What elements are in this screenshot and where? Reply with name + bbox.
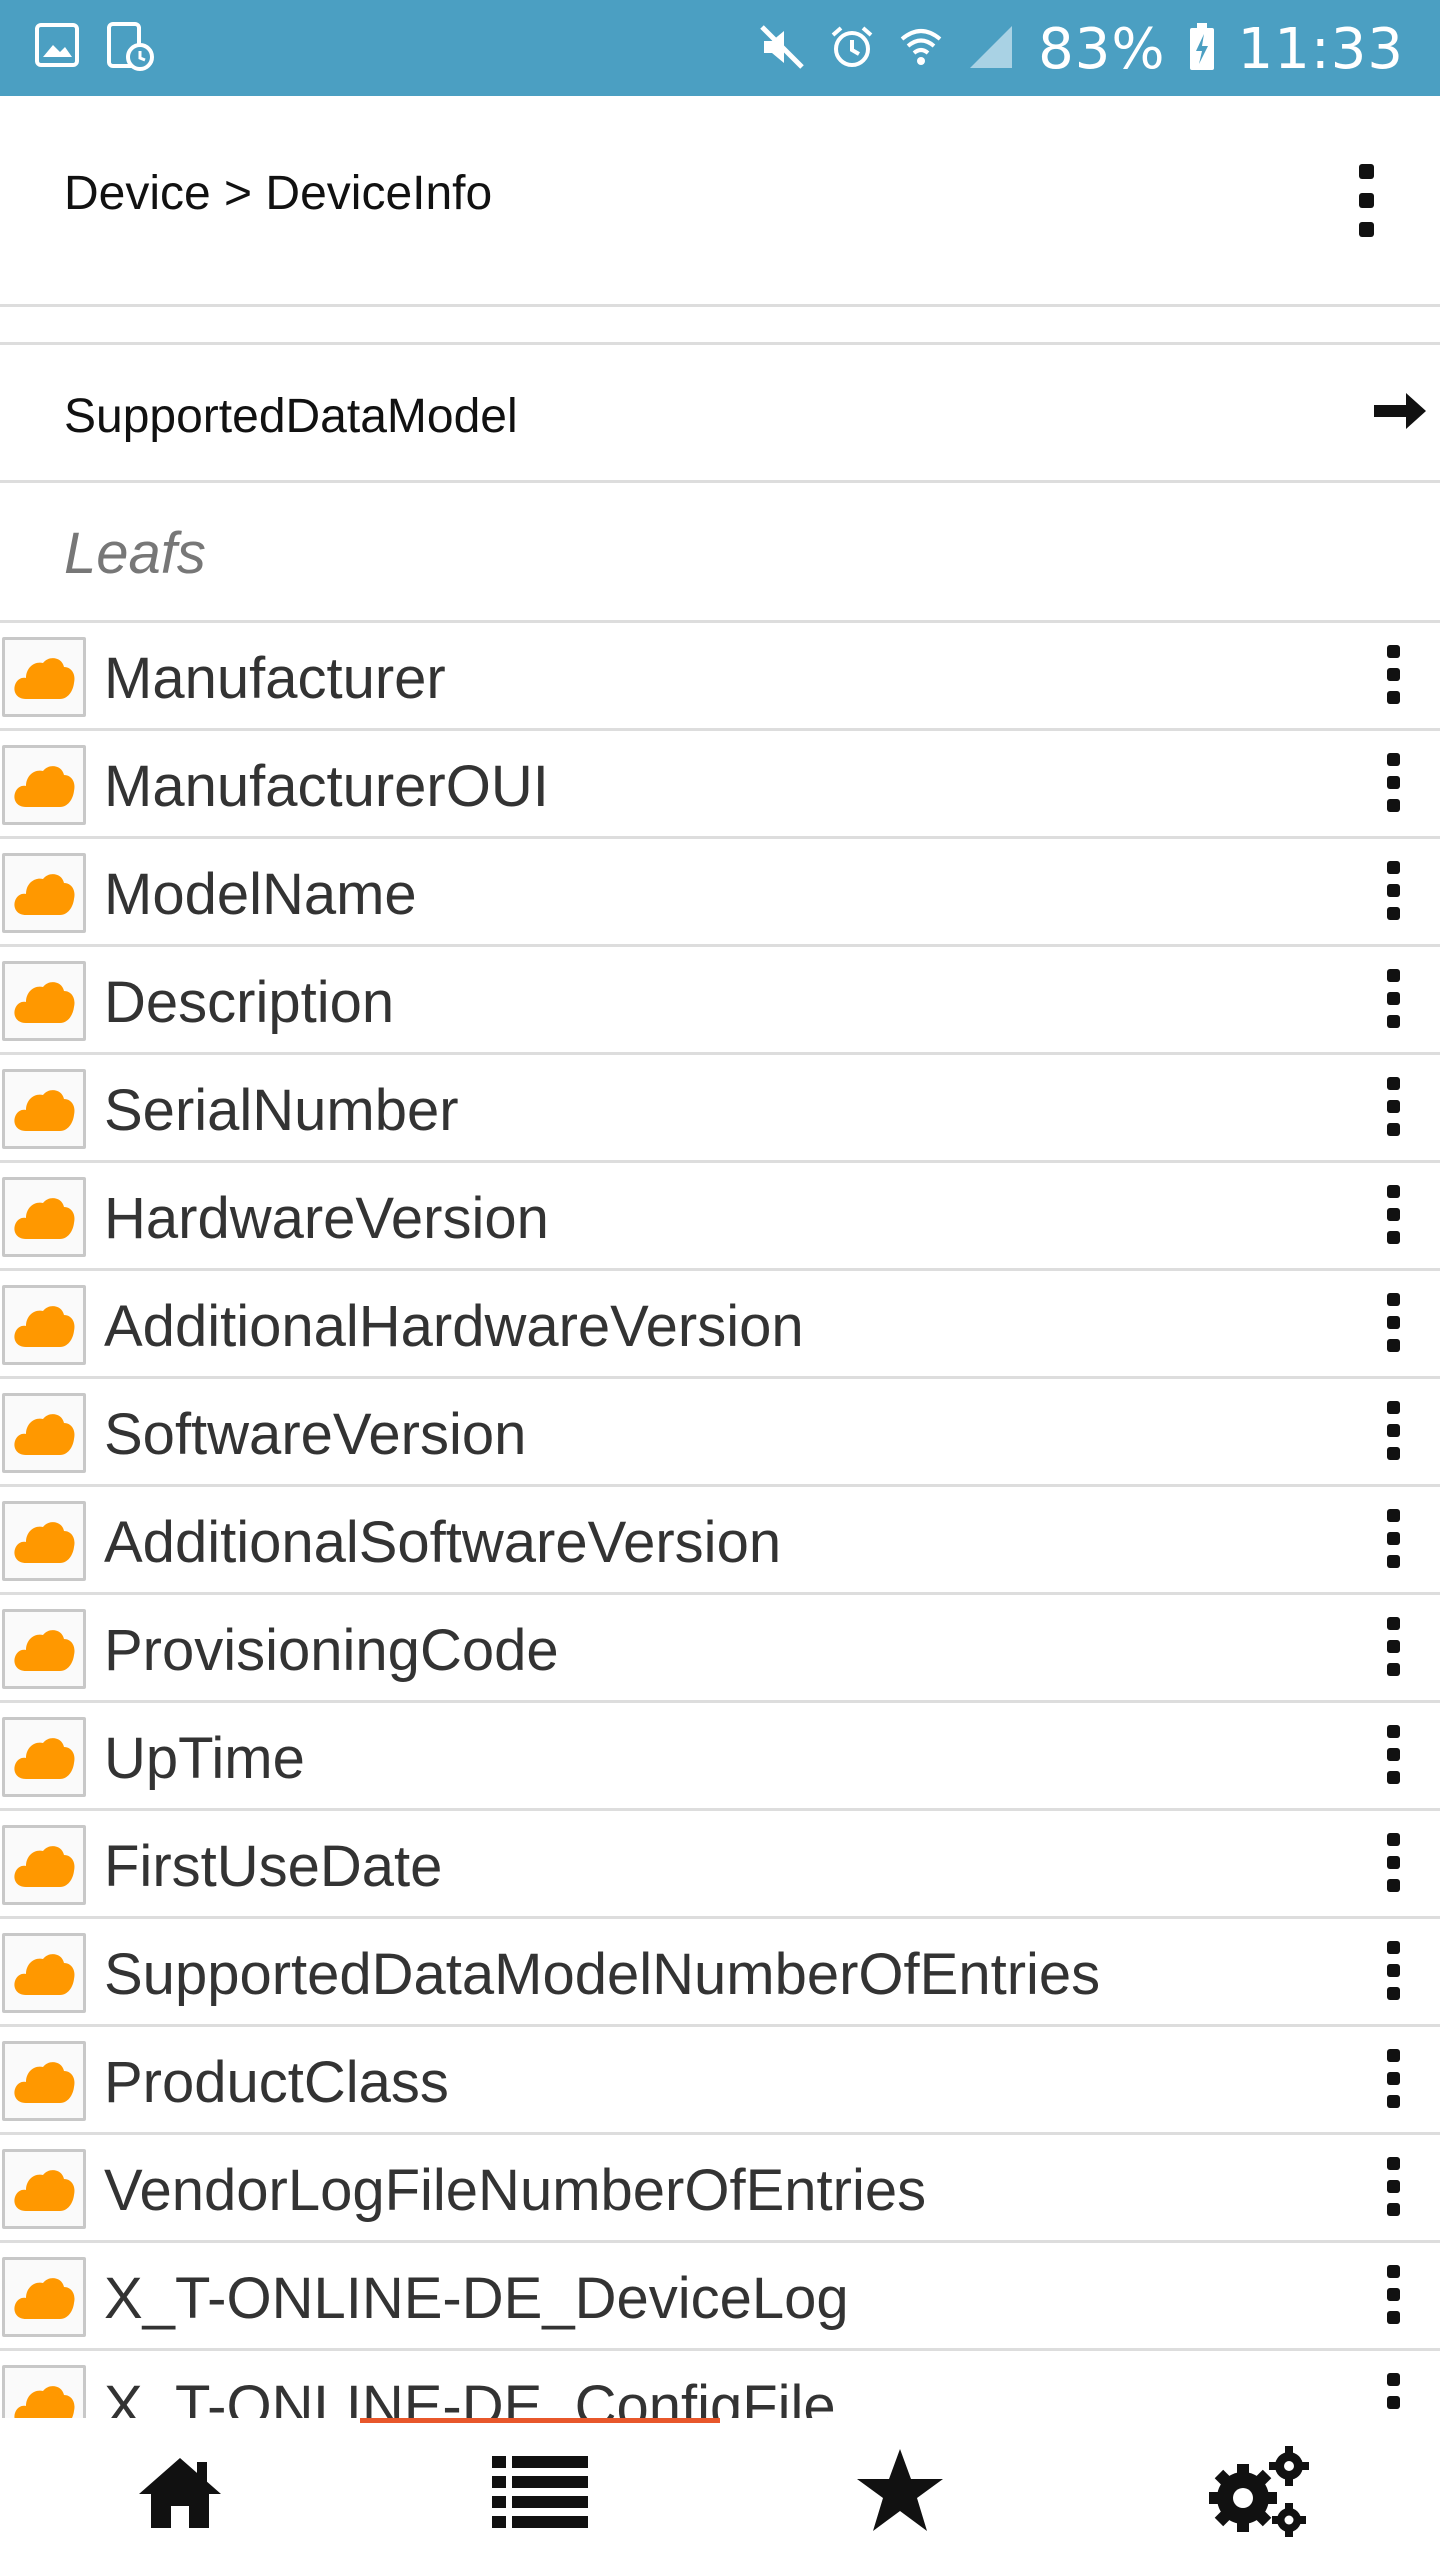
leaf-row[interactable]: SupportedDataModelNumberOfEntries [0,1919,1440,2027]
more-vert-icon[interactable] [1378,2265,1408,2329]
cloud-icon [2,1717,86,1797]
cloud-icon [2,961,86,1041]
leaf-row[interactable]: AdditionalHardwareVersion [0,1271,1440,1379]
leaf-row[interactable]: SoftwareVersion [0,1379,1440,1487]
wifi-icon [898,23,944,76]
leaf-row[interactable]: AdditionalSoftwareVersion [0,1487,1440,1595]
child-object-label: SupportedDataModel [64,390,518,443]
status-bar: 83% 11:33 [0,0,1440,96]
leafs-section-title: Leafs [64,521,206,586]
leaf-label: X_T-ONLINE-DE_ConfigFile [104,2374,836,2418]
more-vert-icon[interactable] [1378,1725,1408,1789]
cloud-icon [2,2257,86,2337]
leaf-label: SupportedDataModelNumberOfEntries [104,1942,1101,2007]
bottom-navigation [0,2418,1440,2560]
clock: 11:33 [1237,16,1404,82]
leaf-label: ModelName [104,862,417,927]
leaf-label: FirstUseDate [104,1834,443,1899]
list-icon[interactable] [360,2432,720,2552]
leaf-label: SerialNumber [104,1078,459,1143]
leaf-label: SoftwareVersion [104,1402,527,1467]
cloud-icon [2,2041,86,2121]
leaf-row[interactable]: ProductClass [0,2027,1440,2135]
app-header: Device > DeviceInfo [0,96,1440,306]
cloud-icon [2,1501,86,1581]
more-vert-icon[interactable] [1378,1293,1408,1357]
more-vert-icon[interactable] [1378,2373,1408,2418]
leaf-row[interactable]: ProvisioningCode [0,1595,1440,1703]
active-tab-indicator [360,2418,720,2423]
more-vert-icon[interactable] [1378,645,1408,709]
cloud-icon [2,745,86,825]
settings-icon[interactable] [1080,2432,1440,2552]
more-vert-icon[interactable] [1378,1401,1408,1465]
cloud-icon [2,1393,86,1473]
leaf-list[interactable]: Manufacturer ManufacturerOUI ModelName Desc… [0,623,1440,2418]
leaf-label: VendorLogFileNumberOfEntries [104,2158,927,2223]
cloud-icon [2,1069,86,1149]
cloud-icon [2,2365,86,2418]
cloud-icon [2,1609,86,1689]
leaf-row[interactable]: UpTime [0,1703,1440,1811]
more-vert-icon[interactable] [1378,1617,1408,1681]
more-vert-icon[interactable] [1378,1509,1408,1573]
cloud-icon [2,1177,86,1257]
cloud-icon [2,1825,86,1905]
leaf-label: AdditionalHardwareVersion [104,1294,804,1359]
divider [0,304,1440,307]
mute-icon [758,23,806,76]
more-vert-icon[interactable] [1378,753,1408,817]
leaf-label: AdditionalSoftwareVersion [104,1510,782,1575]
battery-charging-icon [1188,22,1216,77]
breadcrumb: Device > DeviceInfo [64,167,493,220]
leaf-row[interactable]: Description [0,947,1440,1055]
leaf-row[interactable]: HardwareVersion [0,1163,1440,1271]
cloud-icon [2,2149,86,2229]
child-object-row[interactable]: SupportedDataModel [0,345,1440,483]
leaf-row[interactable]: X_T-ONLINE-DE_DeviceLog [0,2243,1440,2351]
image-icon [34,22,80,77]
more-vert-icon[interactable] [1378,2157,1408,2221]
alarm-icon [828,23,876,76]
leaf-row[interactable]: VendorLogFileNumberOfEntries [0,2135,1440,2243]
star-icon[interactable] [720,2432,1080,2552]
leaf-label: Description [104,970,395,1035]
cloud-icon [2,1285,86,1365]
more-vert-icon[interactable] [1378,1833,1408,1897]
leaf-row[interactable]: FirstUseDate [0,1811,1440,1919]
more-vert-icon[interactable] [1378,861,1408,925]
more-vert-icon[interactable] [1346,164,1386,264]
leaf-row[interactable]: SerialNumber [0,1055,1440,1163]
more-vert-icon[interactable] [1378,1185,1408,1249]
leaf-label: UpTime [104,1726,305,1791]
more-vert-icon[interactable] [1378,1941,1408,2005]
leaf-row[interactable]: ManufacturerOUI [0,731,1440,839]
leaf-row[interactable]: X_T-ONLINE-DE_ConfigFile [0,2351,1440,2418]
leaf-label: HardwareVersion [104,1186,549,1251]
more-vert-icon[interactable] [1378,969,1408,1033]
more-vert-icon[interactable] [1378,2049,1408,2113]
leaf-row[interactable]: ModelName [0,839,1440,947]
screenshot-icon [106,22,156,77]
home-icon[interactable] [0,2432,360,2552]
leaf-label: ProvisioningCode [104,1618,559,1683]
leaf-label: Manufacturer [104,646,446,711]
battery-percent: 83% [1038,16,1166,82]
leaf-label: ManufacturerOUI [104,754,549,819]
cloud-icon [2,637,86,717]
leaf-label: ProductClass [104,2050,449,2115]
more-vert-icon[interactable] [1378,1077,1408,1141]
cloud-icon [2,853,86,933]
leaf-label: X_T-ONLINE-DE_DeviceLog [104,2266,849,2331]
signal-icon [966,22,1016,77]
arrow-right-icon [1368,379,1432,448]
cloud-icon [2,1933,86,2013]
leaf-row[interactable]: Manufacturer [0,623,1440,731]
